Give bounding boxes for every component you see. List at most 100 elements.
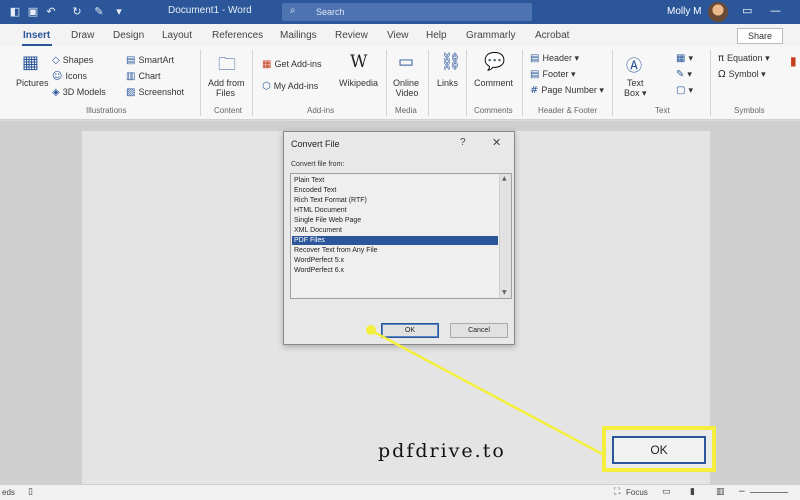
tab-layout[interactable]: Layout	[162, 30, 192, 41]
tab-mailings[interactable]: Mailings	[280, 30, 317, 41]
focus-icon[interactable]: ⛶	[614, 487, 620, 497]
store-icon: ▦	[262, 59, 272, 70]
quick-parts-icon[interactable]: ▦ ▾	[676, 53, 693, 64]
format-listbox[interactable]: Plain Text Encoded Text Rich Text Format…	[290, 173, 512, 299]
addins-group-label: Add-ins	[307, 106, 335, 115]
tab-references[interactable]: References	[212, 30, 263, 41]
tab-draw[interactable]: Draw	[71, 30, 94, 41]
scroll-up-icon[interactable]: ▲	[502, 175, 507, 182]
web-layout-icon[interactable]: ▥	[716, 487, 725, 497]
list-item[interactable]: XML Document	[292, 226, 498, 235]
minimize-icon[interactable]: —	[770, 4, 781, 17]
list-item[interactable]: WordPerfect 6.x	[292, 266, 498, 275]
icons-icon: ☺	[52, 71, 63, 82]
zoom-out-icon[interactable]: −	[738, 487, 746, 497]
customize-icon[interactable]: ▾	[112, 5, 126, 19]
embed-flash-icon[interactable]: ▮	[790, 54, 797, 68]
icons-button[interactable]: ☺ Icons	[52, 71, 87, 82]
symbols-group-label: Symbols	[734, 106, 765, 115]
footer-button[interactable]: ▤ Footer ▾	[530, 69, 576, 80]
focus-label[interactable]: Focus	[626, 488, 648, 497]
footer-icon: ▤	[530, 69, 540, 80]
signature-line-icon[interactable]: ✎ ▾	[676, 69, 692, 80]
read-mode-icon[interactable]: ▯	[28, 487, 33, 497]
close-icon[interactable]: ✕	[492, 136, 501, 149]
3d-models-icon: ◈	[52, 87, 60, 98]
status-bar: eds ▯ ⛶ Focus ▭ ▮ ▥ −	[0, 484, 800, 500]
screenshot-button[interactable]: ▨ Screenshot	[126, 87, 184, 98]
online-video-button[interactable]: Online Video	[393, 78, 419, 98]
list-item[interactable]: Single File Web Page	[292, 216, 498, 225]
search-icon: ⌕	[290, 5, 296, 16]
add-from-files-button[interactable]: Add from Files	[208, 78, 245, 98]
tab-insert[interactable]: Insert	[23, 30, 50, 41]
links-button[interactable]: Links	[437, 78, 458, 88]
list-item-selected[interactable]: PDF Files	[292, 236, 498, 245]
list-item[interactable]: Encoded Text	[292, 186, 498, 195]
chart-button[interactable]: ▥ Chart	[126, 71, 160, 82]
pictures-button[interactable]: Pictures	[16, 78, 49, 88]
3d-models-button[interactable]: ◈ 3D Models	[52, 87, 106, 98]
ok-button-magnified[interactable]: OK	[612, 436, 706, 464]
ribbon-display-icon[interactable]: ▭	[742, 4, 752, 17]
shapes-button[interactable]: ◇ Shapes	[52, 55, 93, 66]
search-box[interactable]: ⌕ Search	[282, 3, 532, 21]
pictures-icon: ▦	[22, 52, 40, 73]
text-box-button[interactable]: Text Box ▾	[624, 78, 647, 99]
print-layout-icon[interactable]: ▮	[690, 487, 695, 497]
scroll-down-icon[interactable]: ▼	[502, 289, 507, 296]
share-button[interactable]: Share	[737, 28, 783, 44]
list-item[interactable]: WordPerfect 5.x	[292, 256, 498, 265]
tab-design[interactable]: Design	[113, 30, 144, 41]
get-addins-button[interactable]: ▦ Get Add-ins	[262, 59, 321, 70]
list-item[interactable]: Plain Text	[292, 176, 498, 185]
my-addins-button[interactable]: ⬡ My Add-ins	[262, 81, 318, 92]
ribbon-separator	[466, 50, 467, 116]
list-item[interactable]: Rich Text Format (RTF)	[292, 196, 498, 205]
search-placeholder: Search	[316, 7, 345, 17]
ribbon-separator	[200, 50, 201, 116]
header-button[interactable]: ▤ Header ▾	[530, 53, 579, 64]
symbol-button[interactable]: Ω Symbol ▾	[718, 69, 766, 80]
ribbon-separator	[386, 50, 387, 116]
tab-grammarly[interactable]: Grammarly	[466, 30, 515, 41]
zoom-slider[interactable]	[750, 492, 788, 493]
undo-icon[interactable]: ↶	[44, 5, 58, 19]
user-name[interactable]: Molly M	[667, 6, 701, 17]
redo-icon[interactable]: ↻	[70, 5, 84, 19]
illustrations-group-label: Illustrations	[86, 106, 127, 115]
object-icon[interactable]: ▢ ▾	[676, 85, 693, 96]
ribbon-separator	[252, 50, 253, 116]
format-painter-icon[interactable]: ✎	[92, 5, 106, 19]
convert-file-dialog: Convert File ? ✕ Convert file from: Plai…	[283, 131, 515, 345]
ok-button[interactable]: OK	[381, 323, 439, 338]
read-view-icon[interactable]: ▭	[662, 487, 671, 497]
ribbon-separator	[522, 50, 523, 116]
equation-button[interactable]: π Equation ▾	[718, 53, 770, 64]
avatar[interactable]	[708, 2, 728, 22]
smartart-button[interactable]: ▤ SmartArt	[126, 55, 174, 66]
autosave-icon[interactable]: ◧	[8, 5, 22, 19]
convert-from-label: Convert file from:	[291, 161, 345, 168]
list-item[interactable]: Recover Text from Any File	[292, 246, 498, 255]
text-group-label: Text	[655, 106, 670, 115]
ribbon: ▦ Pictures ◇ Shapes ☺ Icons ◈ 3D Models ▤ Sm…	[0, 46, 800, 120]
header-icon: ▤	[530, 53, 540, 64]
page-number-button[interactable]: # Page Number ▾	[530, 85, 604, 96]
cancel-button[interactable]: Cancel	[450, 323, 508, 338]
comment-button[interactable]: Comment	[474, 78, 513, 88]
tab-acrobat[interactable]: Acrobat	[535, 30, 569, 41]
save-icon[interactable]: ▣	[26, 5, 40, 19]
wikipedia-button[interactable]: Wikipedia	[339, 78, 378, 88]
wikipedia-icon: W	[350, 52, 368, 72]
list-item[interactable]: HTML Document	[292, 206, 498, 215]
text-box-icon: Ⓐ	[626, 56, 643, 75]
listbox-scrollbar[interactable]: ▲ ▼	[499, 174, 511, 298]
tab-review[interactable]: Review	[335, 30, 368, 41]
media-group-label: Media	[395, 106, 417, 115]
tab-view[interactable]: View	[387, 30, 409, 41]
comments-group-label: Comments	[474, 106, 513, 115]
content-group-label: Content	[214, 106, 243, 115]
tab-help[interactable]: Help	[426, 30, 447, 41]
help-button[interactable]: ?	[460, 137, 466, 148]
